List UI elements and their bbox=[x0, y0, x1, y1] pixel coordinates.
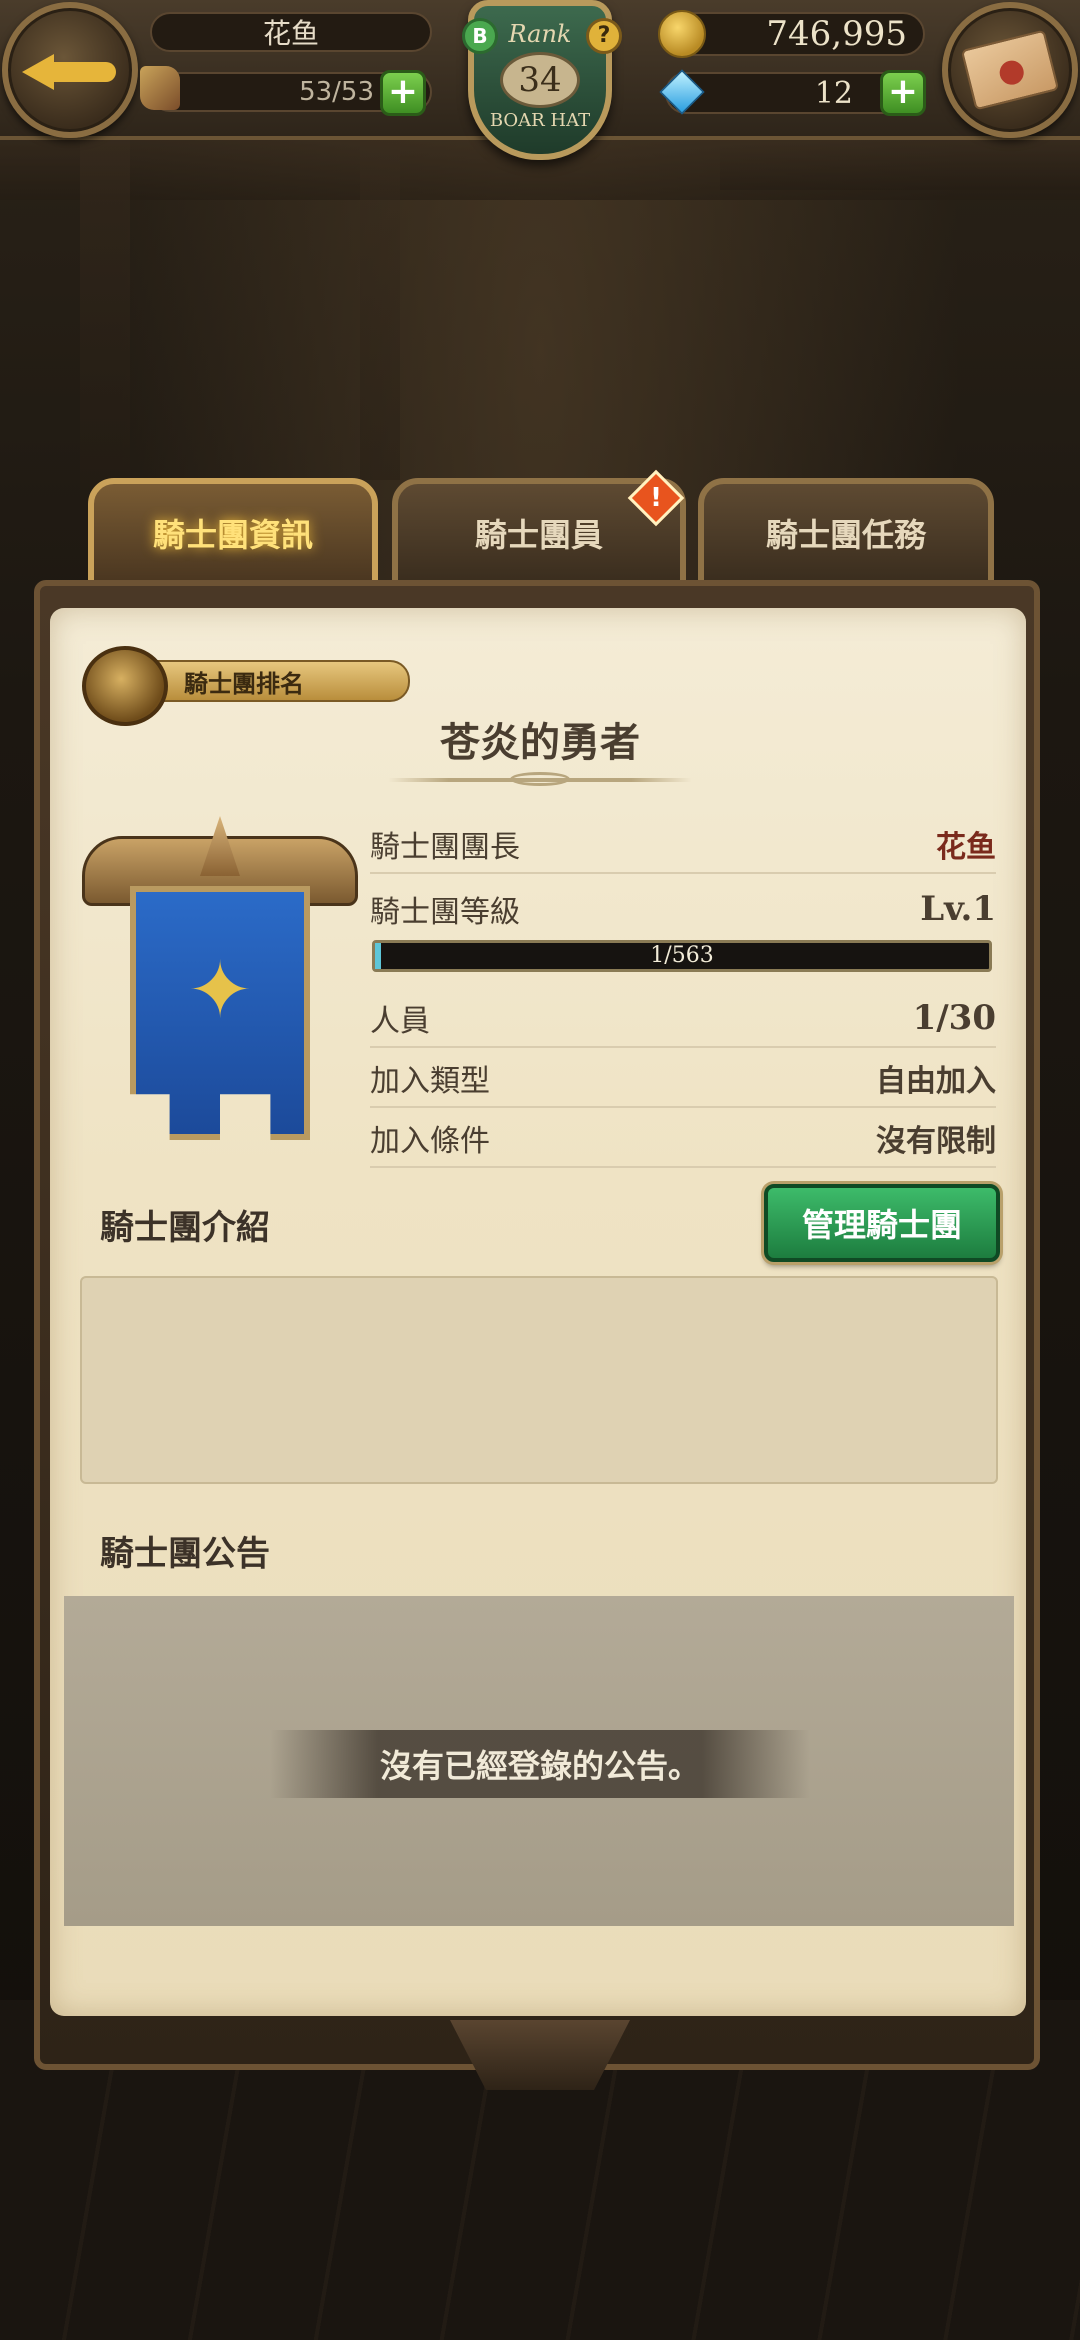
alert-icon: ! bbox=[650, 483, 662, 513]
add-stamina-button[interactable]: + bbox=[380, 70, 426, 116]
crown-icon bbox=[82, 646, 168, 726]
guild-xp-bar: 1/563 bbox=[372, 940, 992, 972]
members-value: 1/30 bbox=[912, 998, 996, 1038]
boot-icon bbox=[140, 66, 180, 110]
leader-value: 花鱼 bbox=[936, 830, 996, 865]
tab-guild-quests[interactable]: 騎士團任務 bbox=[698, 478, 994, 588]
guild-ranking-button[interactable]: 騎士團排名 bbox=[82, 646, 410, 726]
guild-name: 苍炎的勇者 bbox=[440, 720, 640, 766]
tab-guild-info[interactable]: 騎士團資訊 bbox=[88, 478, 378, 588]
back-button[interactable] bbox=[2, 2, 138, 138]
star-wings-icon: ✦ bbox=[187, 946, 253, 1036]
guild-banner: ✦ bbox=[82, 816, 358, 1146]
level-label: 騎士團等級 bbox=[370, 895, 520, 930]
guild-notice-title: 騎士團公告 bbox=[100, 1534, 270, 1574]
mail-icon bbox=[960, 29, 1060, 111]
level-value: Lv.1 bbox=[920, 889, 996, 929]
join-type-row: 加入類型 自由加入 bbox=[370, 1050, 996, 1108]
xp-text: 1/563 bbox=[650, 943, 714, 968]
join-type-label: 加入類型 bbox=[370, 1064, 490, 1099]
join-condition-label: 加入條件 bbox=[370, 1124, 490, 1159]
guild-ranking-label: 騎士團排名 bbox=[142, 660, 410, 702]
background-beam bbox=[360, 140, 400, 480]
members-label: 人員 bbox=[370, 1004, 430, 1039]
join-condition-value: 沒有限制 bbox=[876, 1124, 996, 1159]
player-name: 花鱼 bbox=[150, 12, 432, 52]
background-beam bbox=[80, 140, 130, 500]
rank-title: BOAR HAT bbox=[489, 110, 591, 131]
join-condition-row: 加入條件 沒有限制 bbox=[370, 1110, 996, 1168]
help-icon[interactable]: ? bbox=[586, 18, 622, 54]
back-arrow-icon bbox=[22, 40, 118, 100]
rank-emblem[interactable]: Rank 34 BOAR HAT B ? bbox=[440, 0, 640, 176]
guild-intro-title: 騎士團介紹 bbox=[100, 1208, 270, 1248]
notice-empty-text: 沒有已經登錄的公告。 bbox=[379, 1747, 700, 1785]
manage-guild-button[interactable]: 管理騎士團 bbox=[764, 1184, 1000, 1262]
join-type-value: 自由加入 bbox=[876, 1064, 996, 1099]
leader-label: 騎士團團長 bbox=[370, 830, 520, 865]
rank-level: 34 bbox=[500, 52, 580, 108]
leader-row: 騎士團團長 花鱼 bbox=[370, 816, 996, 874]
members-row: 人員 1/30 bbox=[370, 990, 996, 1048]
divider-ornament bbox=[510, 772, 570, 786]
mail-button[interactable] bbox=[942, 2, 1078, 138]
add-gems-button[interactable]: + bbox=[880, 70, 926, 116]
level-row: 騎士團等級 Lv.1 bbox=[370, 880, 996, 938]
background-beam bbox=[720, 140, 1080, 190]
guild-intro-box bbox=[80, 1276, 998, 1484]
gold-coin-icon bbox=[658, 10, 706, 58]
b-badge-icon: B bbox=[462, 18, 498, 54]
